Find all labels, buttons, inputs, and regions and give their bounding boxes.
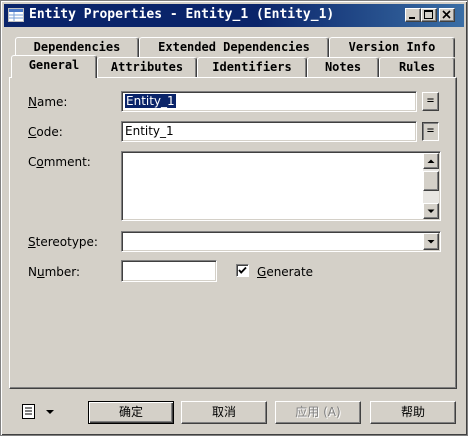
- arrow-down-icon: [427, 209, 435, 213]
- window-title: Entity Properties - Entity_1 (Entity_1): [29, 7, 335, 22]
- property-menu-button[interactable]: [16, 401, 60, 423]
- code-name-sync-button[interactable]: =: [422, 122, 439, 141]
- minimize-button[interactable]: [405, 8, 421, 22]
- help-button[interactable]: 帮助: [370, 401, 456, 424]
- property-menu-icon: [22, 404, 54, 419]
- name-field[interactable]: Entity_1: [121, 91, 417, 112]
- generate-label[interactable]: Generate: [257, 265, 313, 279]
- stereotype-combobox[interactable]: [121, 231, 441, 252]
- scroll-down-button[interactable]: [423, 203, 439, 219]
- name-value: Entity_1: [125, 94, 176, 108]
- tab-rules[interactable]: Rules: [379, 57, 455, 77]
- chevron-down-icon: [427, 240, 435, 244]
- name-code-sync-button[interactable]: =: [422, 92, 439, 111]
- generate-checkbox[interactable]: [236, 264, 249, 277]
- comment-textarea[interactable]: [121, 151, 441, 221]
- tab-dependencies[interactable]: Dependencies: [15, 37, 139, 57]
- comment-scrollbar[interactable]: [423, 153, 439, 219]
- code-label: Code:: [28, 125, 63, 139]
- ok-button[interactable]: 确定: [88, 401, 174, 424]
- minimize-icon: [409, 17, 415, 19]
- arrow-up-icon: [427, 159, 435, 163]
- tab-extended-dependencies[interactable]: Extended Dependencies: [139, 37, 329, 57]
- properties-dialog: Entity Properties - Entity_1 (Entity_1) …: [0, 0, 468, 436]
- close-button[interactable]: [439, 8, 455, 22]
- stereotype-dropdown-button[interactable]: [423, 233, 439, 250]
- maximize-icon: [424, 10, 433, 19]
- maximize-button[interactable]: [421, 8, 437, 22]
- apply-button[interactable]: 应用 (A): [275, 401, 361, 424]
- checkmark-icon: [238, 266, 247, 274]
- entity-icon: [8, 8, 24, 22]
- tab-notes[interactable]: Notes: [307, 57, 379, 77]
- scroll-up-button[interactable]: [423, 153, 439, 169]
- tab-attributes[interactable]: Attributes: [97, 57, 197, 77]
- tab-version-info[interactable]: Version Info: [329, 37, 455, 57]
- code-field[interactable]: Entity_1: [121, 121, 417, 142]
- comment-label: Comment:: [28, 155, 91, 169]
- name-label: Name:: [28, 95, 68, 109]
- number-field[interactable]: [121, 260, 217, 282]
- number-label: Number:: [28, 265, 81, 279]
- code-value: Entity_1: [125, 124, 174, 138]
- close-icon: [442, 10, 451, 19]
- scroll-thumb[interactable]: [423, 171, 439, 191]
- stereotype-label: Stereotype:: [28, 235, 98, 249]
- tab-identifiers[interactable]: Identifiers: [197, 57, 307, 77]
- tab-general[interactable]: General: [11, 55, 97, 78]
- cancel-button[interactable]: 取消: [181, 401, 267, 424]
- title-bar[interactable]: Entity Properties - Entity_1 (Entity_1): [4, 4, 464, 27]
